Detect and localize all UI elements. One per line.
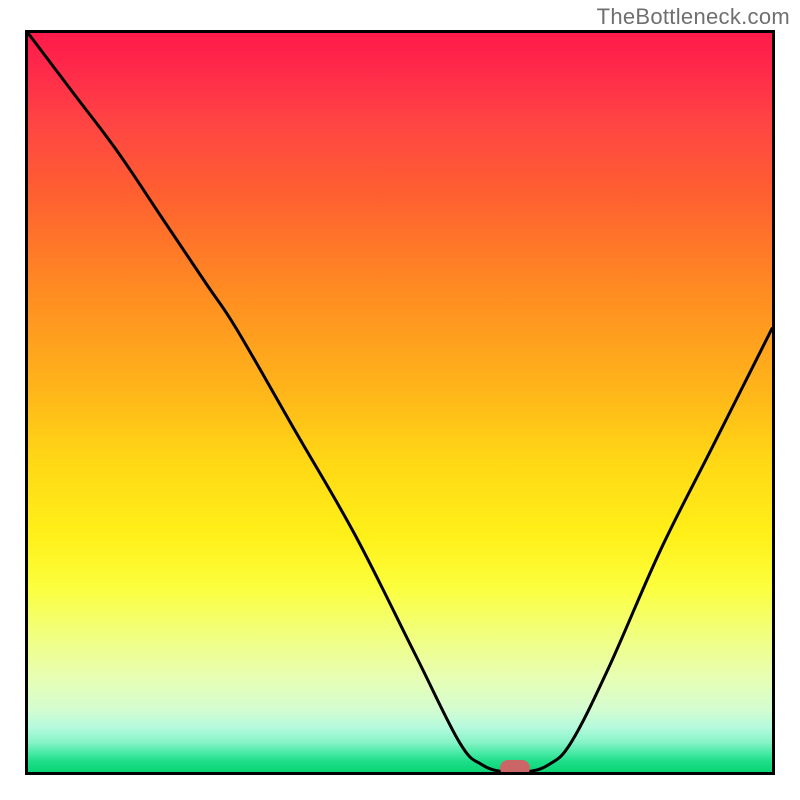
- bottleneck-curve: [28, 33, 772, 772]
- optimal-point-marker: [500, 760, 530, 775]
- chart-plot-area: [25, 30, 775, 775]
- watermark-text: TheBottleneck.com: [597, 4, 790, 30]
